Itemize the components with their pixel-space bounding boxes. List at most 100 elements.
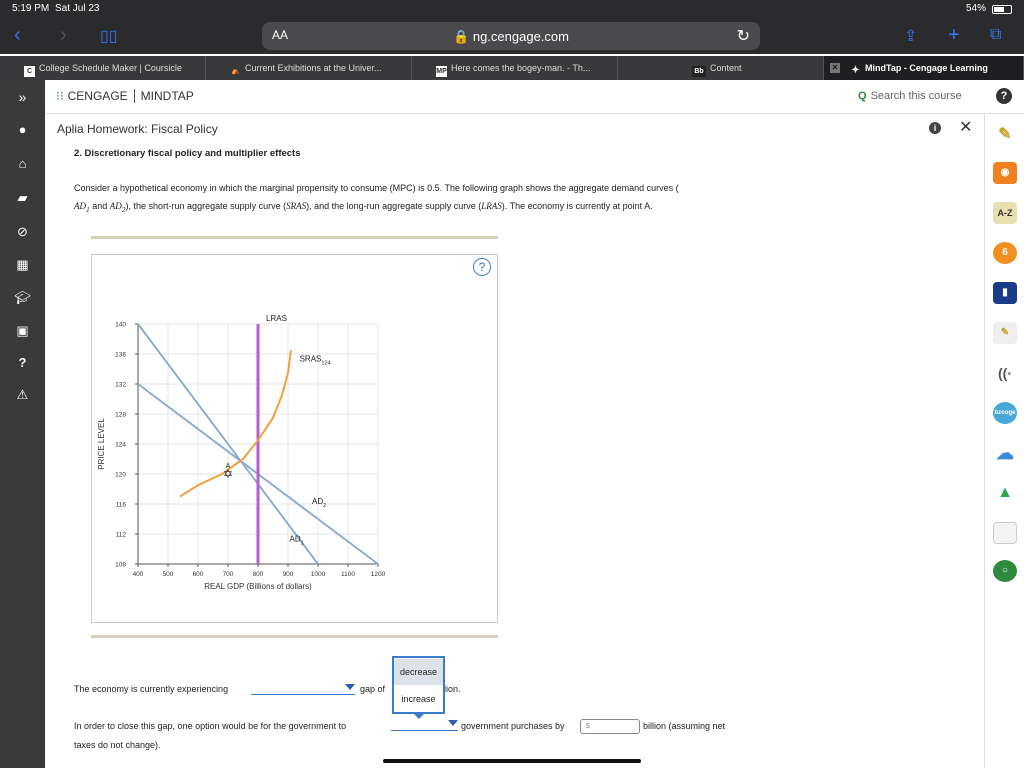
- a-z-icon[interactable]: A-Z: [993, 202, 1017, 224]
- gap-question-end: lion.: [444, 684, 461, 694]
- y-axis-label: PRICE LEVEL: [97, 418, 106, 470]
- address-bar[interactable]: AA 🔒 ng.cengage.com ↻: [262, 22, 760, 50]
- rss-icon[interactable]: ◉: [993, 162, 1017, 184]
- expand-sidebar-button[interactable]: »: [0, 80, 45, 114]
- tab-overview-icon[interactable]: ⧉: [990, 26, 1001, 44]
- document-icon[interactable]: [993, 522, 1017, 544]
- tab-mindtap[interactable]: ✕ ✦ MindTap - Cengage Learning: [824, 56, 1024, 80]
- cengage-dots-icon: ⁝⁝: [56, 89, 64, 103]
- chevron-down-icon: [345, 684, 355, 690]
- status-bar: 5:19 PM Sat Jul 23 54%: [0, 0, 1024, 18]
- boogle-icon[interactable]: bzooge: [993, 402, 1017, 424]
- tab-close-icon[interactable]: ✕: [830, 63, 840, 73]
- tab-exhibitions[interactable]: ⛺ Current Exhibitions at the Univer...: [206, 56, 412, 80]
- info-icon[interactable]: i: [929, 122, 941, 134]
- drive-icon[interactable]: ▲: [993, 482, 1017, 504]
- left-sidebar: ● ⌂ ▰ ⊘ ▦ 🎓︎ ▣ ? ⚠︎: [0, 114, 45, 768]
- gap-question-middle: gap of: [360, 684, 386, 694]
- x-tick-label: 700: [223, 571, 234, 578]
- museum-favicon-icon: ⛺: [231, 68, 240, 75]
- back-icon[interactable]: ‹: [14, 24, 21, 47]
- ad1-term: AD1: [74, 201, 90, 214]
- compass-icon[interactable]: ⊘: [0, 224, 45, 240]
- circle-app-icon[interactable]: ○: [993, 560, 1017, 582]
- url-value: ng.cengage.com: [472, 29, 569, 44]
- mp-favicon-icon: MP: [436, 66, 447, 77]
- battery-icon: [992, 5, 1012, 14]
- question-text-part: ), the short-run aggregate supply curve …: [125, 201, 287, 211]
- question-title: 2. Discretionary fiscal policy and multi…: [74, 148, 301, 159]
- y-tick-label: 136: [115, 352, 126, 359]
- question-text: Consider a hypothetical economy in which…: [74, 179, 774, 219]
- status-time: 5:19 PM: [12, 3, 50, 14]
- home-icon[interactable]: ⌂: [0, 156, 45, 171]
- question-icon[interactable]: ?: [0, 355, 45, 370]
- six-icon[interactable]: 6: [993, 242, 1017, 264]
- label-sras: SRAS124: [300, 355, 331, 367]
- coursicle-favicon-icon: C: [24, 66, 35, 77]
- tab-label: MindTap - Cengage Learning: [865, 63, 988, 73]
- x-tick-label: 900: [283, 571, 294, 578]
- lras-term: LRAS: [481, 201, 502, 211]
- cloud-icon[interactable]: ☁: [993, 442, 1017, 464]
- new-tab-icon[interactable]: +: [948, 24, 960, 47]
- tab-bogeyman[interactable]: MP Here comes the bogey-man. - Th...: [412, 56, 618, 80]
- graph-help-icon[interactable]: ?: [473, 258, 491, 276]
- home-indicator: [383, 759, 641, 763]
- y-tick-label: 112: [116, 532, 127, 539]
- graph-panel: 400 500 600 700 800 900 1000 1100 1200 108 112 116 1…: [91, 254, 498, 623]
- audio-icon[interactable]: ((·: [993, 362, 1017, 384]
- share-icon[interactable]: ⇪: [904, 26, 917, 46]
- search-icon: Q: [858, 90, 867, 102]
- tab-blackboard-content[interactable]: Bb Content: [618, 56, 824, 80]
- tab-label: College Schedule Maker | Coursicle: [39, 63, 182, 73]
- feedback-icon[interactable]: ⚠︎: [0, 387, 45, 403]
- briefcase-icon[interactable]: ▣: [0, 323, 45, 339]
- x-tick-label: 1100: [341, 571, 355, 578]
- label-ad1: AD1: [290, 535, 304, 547]
- forward-icon[interactable]: ›: [60, 24, 67, 47]
- pencil-icon[interactable]: ✎: [993, 124, 1017, 146]
- help-icon[interactable]: ?: [996, 88, 1012, 104]
- course-search[interactable]: Q Search this course: [858, 90, 962, 102]
- tab-strip: C College Schedule Maker | Coursicle ⛺ Cur…: [0, 56, 1024, 80]
- x-tick-label: 500: [163, 571, 174, 578]
- bookmarks-icon[interactable]: ▯▯: [100, 26, 118, 46]
- book-icon[interactable]: ▮: [993, 282, 1017, 304]
- brand-cengage: CENGAGE: [67, 89, 128, 103]
- graduation-cap-icon[interactable]: 🎓︎: [0, 290, 45, 306]
- point-a-label: A: [226, 463, 231, 470]
- close-icon[interactable]: ✕: [959, 117, 972, 137]
- calendar-icon[interactable]: ▦: [0, 257, 45, 273]
- blackboard-favicon-icon: Bb: [692, 66, 706, 77]
- homework-content: Aplia Homework: Fiscal Policy i ✕ 2. Dis…: [45, 114, 984, 768]
- tab-coursicle[interactable]: C College Schedule Maker | Coursicle: [0, 56, 206, 80]
- notebook-icon[interactable]: ▰: [0, 190, 45, 206]
- x-tick-label: 400: [133, 571, 144, 578]
- note-icon[interactable]: ✎: [993, 322, 1017, 344]
- option-increase[interactable]: increase: [394, 686, 443, 712]
- y-tick-label: 108: [115, 562, 126, 569]
- ad-as-chart: 400 500 600 700 800 900 1000 1100 1200 108 112 116 1…: [97, 314, 386, 591]
- browser-toolbar: ‹ › ▯▯ AA 🔒 ng.cengage.com ↻ ⇪ + ⧉: [0, 18, 1024, 54]
- x-axis-label: REAL GDP (Billions of dollars): [204, 582, 312, 591]
- user-icon[interactable]: ●: [0, 122, 45, 137]
- tab-label: Content: [710, 63, 742, 73]
- battery-percent: 54%: [965, 3, 986, 14]
- ad2-letters: AD: [109, 201, 122, 211]
- y-tick-label: 132: [115, 382, 126, 389]
- mindtap-header: » ⁝⁝ CENGAGE MINDTAP Q Search this course ?: [0, 80, 1024, 114]
- gap-type-dropdown[interactable]: [251, 681, 355, 695]
- amount-input[interactable]: $: [580, 719, 640, 734]
- url-text: 🔒 ng.cengage.com: [453, 29, 569, 44]
- bottom-divider: [91, 635, 498, 638]
- chevron-down-icon: [448, 720, 458, 726]
- option-decrease[interactable]: decrease: [394, 659, 443, 685]
- gap-question-start: The economy is currently experiencing: [74, 684, 229, 694]
- question-text-part: ). The economy is currently at point A.: [501, 201, 653, 211]
- brand-mindtap: MINDTAP: [140, 89, 194, 103]
- reload-icon[interactable]: ↻: [737, 26, 750, 46]
- close-gap-question-start: In order to close this gap, one option w…: [74, 721, 347, 731]
- policy-action-dropdown[interactable]: [391, 717, 458, 731]
- tab-label: Current Exhibitions at the Univer...: [245, 63, 382, 73]
